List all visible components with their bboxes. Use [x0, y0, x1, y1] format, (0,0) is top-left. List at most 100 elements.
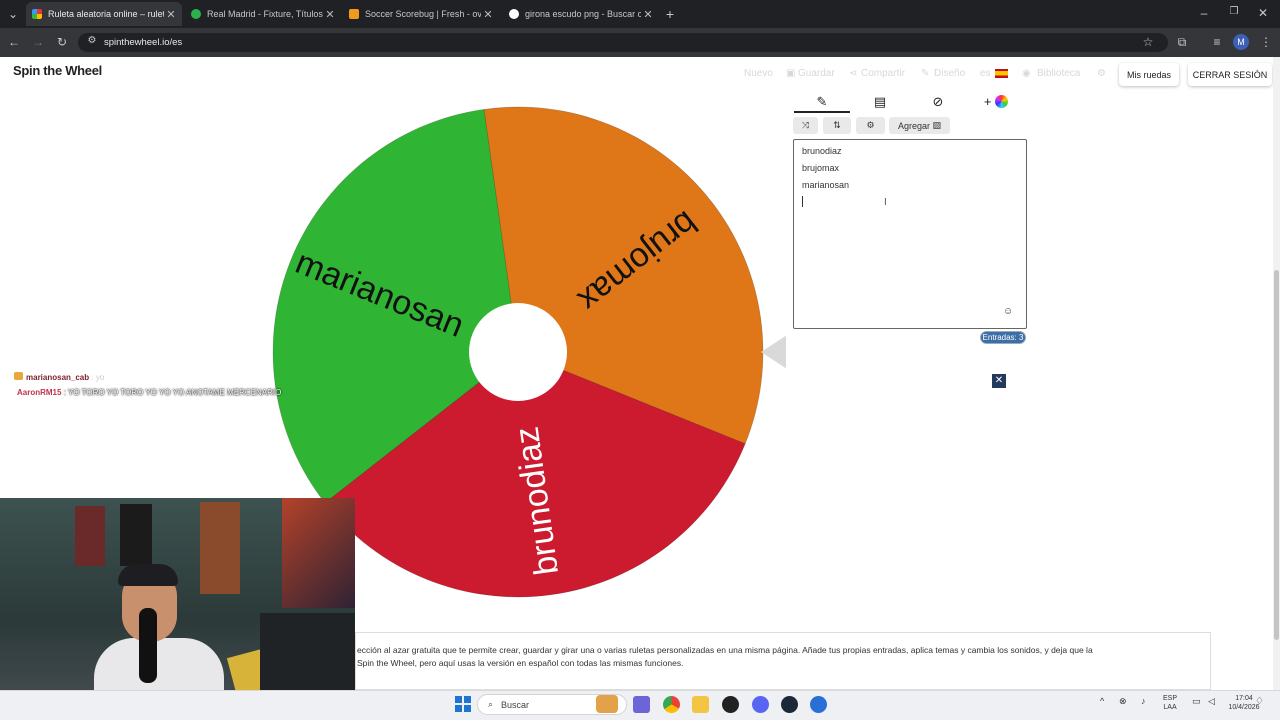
shuffle-icon: ⤨	[801, 120, 810, 130]
tab-girona[interactable]: girona escudo png - Buscar con ✕	[503, 2, 659, 26]
settings-button[interactable]: ⚙	[856, 117, 885, 134]
tab-soccer-scorebug[interactable]: Soccer Scorebug | Fresh - overl ✕	[343, 2, 499, 26]
stream-chat-overlay: marianosan_cab : yo AaronRM15 : YO TORO …	[14, 372, 281, 397]
windows-start-icon[interactable]	[455, 696, 471, 712]
teams-icon[interactable]	[633, 696, 650, 713]
site-logo[interactable]: Spin the Wheel	[13, 63, 102, 78]
steam-icon[interactable]	[781, 696, 798, 713]
wall-poster	[120, 504, 152, 566]
chrome-icon[interactable]	[663, 696, 680, 713]
tab-title: girona escudo png - Buscar con	[525, 9, 641, 19]
ea-app-icon[interactable]	[810, 696, 827, 713]
layout-code: LAA	[1163, 704, 1177, 711]
active-tab-underline	[794, 111, 850, 113]
scrollbar-thumb[interactable]	[1274, 270, 1279, 640]
nav-compartir[interactable]: Compartir	[861, 68, 905, 79]
tab-search-icon[interactable]: ⌄	[5, 7, 21, 21]
display-icon[interactable]: ▭	[1192, 697, 1201, 706]
close-window-icon[interactable]: ✕	[1255, 6, 1271, 20]
nav-biblioteca[interactable]: Biblioteca	[1037, 68, 1080, 79]
pencil-icon: ✎	[921, 68, 930, 79]
google-favicon	[509, 9, 519, 19]
logout-button[interactable]: CERRAR SESIÓN	[1188, 63, 1272, 86]
chat-username: marianosan_cab	[26, 373, 90, 382]
close-tab-icon[interactable]: ✕	[323, 8, 337, 21]
close-tab-icon[interactable]: ✕	[481, 8, 495, 21]
volume-icon[interactable]: ◁	[1208, 697, 1215, 706]
add-color-icon[interactable]: +	[968, 94, 1024, 114]
profile-avatar[interactable]: M	[1233, 34, 1249, 50]
chat-message: : YO TORO YO TORO YO YO YO ANOTAME MERCE…	[63, 388, 282, 397]
chat-badge-icon	[14, 372, 23, 380]
wall-poster	[282, 498, 355, 608]
image-icon: ▨	[932, 120, 942, 130]
obs-icon[interactable]	[722, 696, 739, 713]
extensions-icon[interactable]: ⧉	[1174, 35, 1190, 50]
entry-line: brujomax	[802, 163, 840, 173]
entry-line: brunodiaz	[802, 146, 842, 156]
nav-guardar[interactable]: Guardar	[798, 68, 835, 79]
nav-language[interactable]: es	[980, 68, 991, 79]
ruleta-favicon	[32, 9, 42, 19]
discord-icon[interactable]	[752, 696, 769, 713]
lang-code: ESP	[1163, 695, 1178, 702]
close-ad-icon[interactable]: ✕	[992, 374, 1006, 388]
spain-flag-icon	[995, 69, 1008, 78]
search-icon: ⌕	[488, 699, 494, 709]
close-tab-icon[interactable]: ✕	[164, 8, 178, 21]
shuffle-button[interactable]: ⤨	[793, 117, 818, 134]
bookmark-star-icon[interactable]: ☆	[1140, 35, 1156, 49]
forward-icon[interactable]: →	[30, 35, 46, 49]
wall-poster	[75, 506, 105, 566]
entry-line: marianosan	[802, 180, 850, 190]
minimize-icon[interactable]: –	[1196, 6, 1212, 20]
address-bar[interactable]	[78, 33, 1168, 52]
sort-icon: ⇅	[833, 120, 841, 130]
chat-message: : yo	[91, 373, 105, 382]
wheel-center-hub[interactable]	[469, 303, 567, 401]
site-info-icon[interactable]: ⚙	[84, 35, 100, 46]
add-image-button[interactable]: Agregar ▨	[889, 117, 950, 134]
back-icon[interactable]: ←	[6, 35, 22, 49]
entries-count-badge: Entradas: 3	[980, 331, 1026, 344]
menu-kebab-icon[interactable]: ⋮	[1258, 35, 1274, 49]
keyboard-language[interactable]: ESP LAA	[1163, 694, 1177, 712]
microphone-icon[interactable]: ♪	[1141, 697, 1146, 706]
tray-chevron-icon[interactable]: ^	[1100, 697, 1104, 706]
network-icon[interactable]: ⊗	[1119, 697, 1127, 706]
gear-icon: ⚙	[866, 120, 875, 130]
nav-nuevo[interactable]: Nuevo	[744, 68, 773, 79]
hide-eye-icon[interactable]: ⊘	[910, 94, 966, 114]
maximize-icon[interactable]: ❐	[1226, 6, 1242, 17]
scorebug-favicon	[349, 9, 359, 19]
description-line: Spin the Wheel, pero aquí usas la versió…	[357, 658, 684, 668]
url-text[interactable]: spinthewheel.io/es	[104, 37, 182, 48]
settings-icon[interactable]: ⚙	[1097, 68, 1106, 79]
tab-real-madrid[interactable]: Real Madrid - Fixture, Títulos y ✕	[185, 2, 341, 26]
headphones	[118, 564, 178, 586]
my-wheels-button[interactable]: Mis ruedas	[1119, 63, 1179, 86]
results-clipboard-icon[interactable]: ▤	[852, 94, 908, 114]
emoji-icon[interactable]: ☺	[1003, 306, 1013, 317]
save-icon: ▣	[786, 68, 796, 79]
description-line: ección al azar gratuita que te permite c…	[357, 645, 1093, 655]
search-placeholder: Buscar	[501, 699, 530, 710]
nav-diseno[interactable]: Diseño	[934, 68, 965, 79]
new-tab-icon[interactable]: +	[662, 6, 678, 22]
tab-title: Soccer Scorebug | Fresh - overl	[365, 9, 481, 19]
sort-button[interactable]: ⇅	[823, 117, 851, 134]
tab-title: Real Madrid - Fixture, Títulos y	[207, 9, 323, 19]
search-highlight-icon	[596, 695, 618, 713]
close-tab-icon[interactable]: ✕	[641, 8, 655, 21]
reading-list-icon[interactable]: ≡	[1209, 35, 1225, 49]
tab-title: Ruleta aleatoria online – ruleta	[48, 9, 164, 19]
globe-icon: ◉	[1022, 68, 1031, 79]
microphone	[139, 608, 157, 683]
notifications-bell-icon[interactable]: ♢	[1255, 697, 1264, 707]
tab-ruleta[interactable]: Ruleta aleatoria online – ruleta ✕	[26, 2, 182, 26]
file-explorer-icon[interactable]	[692, 696, 709, 713]
add-button-label: Agregar	[897, 120, 930, 131]
webcam-overlay	[0, 498, 355, 720]
reload-icon[interactable]: ↻	[54, 35, 70, 49]
ibeam-cursor-icon: I	[884, 197, 887, 208]
